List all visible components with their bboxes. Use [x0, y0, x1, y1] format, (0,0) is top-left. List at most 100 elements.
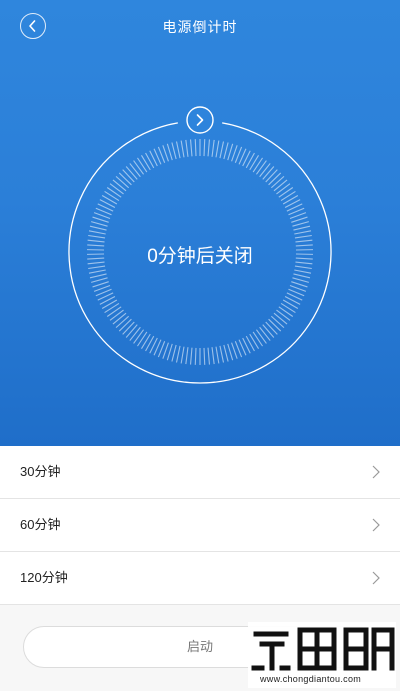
dial-tick [166, 343, 173, 361]
dial-tick [276, 183, 291, 195]
dial-tick [101, 299, 118, 309]
dial-tick [89, 273, 107, 279]
dial-tick [185, 139, 189, 157]
dial-tick [207, 139, 211, 157]
dial-tick [133, 160, 145, 175]
option-30-minutes[interactable]: 30分钟 [0, 446, 400, 499]
dial-tick [282, 195, 299, 205]
chevron-right-icon [372, 465, 380, 479]
dial-tick [249, 155, 260, 171]
dial-tick [118, 318, 132, 332]
dial-tick [292, 221, 309, 227]
timer-dial[interactable] [0, 0, 400, 446]
duration-options: 30分钟 60分钟 120分钟 [0, 446, 400, 605]
dial-tick [215, 140, 220, 158]
dial-tick [115, 315, 130, 329]
dial-tick [219, 141, 225, 159]
dial-tick [92, 281, 109, 288]
dial-tick [194, 347, 197, 365]
dial-tick [180, 140, 185, 158]
dial-tick [291, 281, 308, 288]
dial-tick [109, 309, 124, 321]
dial-tick [259, 326, 271, 341]
dial-tick [259, 163, 271, 178]
option-label: 120分钟 [20, 570, 68, 585]
option-label: 60分钟 [20, 517, 61, 532]
dial-tick [88, 234, 106, 239]
dial-tick [115, 175, 130, 189]
dial-tick [255, 160, 267, 175]
dial-tick [194, 139, 197, 157]
dial-tick [207, 347, 211, 365]
dial-tick [294, 234, 312, 239]
dial-tick [171, 344, 177, 362]
dial-tick [180, 346, 185, 364]
dial-tick [252, 331, 263, 347]
dial-tick [175, 345, 181, 363]
dial-tick [227, 143, 234, 161]
dial-tick [125, 166, 138, 180]
next-button[interactable] [186, 106, 214, 134]
dial-tick [203, 347, 206, 365]
dial-tick [122, 169, 135, 183]
dial-tick [109, 183, 124, 195]
dial-tick [255, 329, 267, 344]
dial-tick [265, 169, 278, 183]
dial-tick [88, 269, 106, 274]
dial-tick [175, 141, 181, 159]
dial-tick [252, 157, 263, 173]
dial-tick [189, 347, 193, 365]
dial-tick [92, 216, 109, 223]
dial-tick [166, 143, 173, 161]
watermark-url: www.chongdiantou.com [260, 674, 362, 684]
dial-tick [122, 321, 135, 335]
dial-tick [211, 347, 215, 365]
dial-tick [262, 324, 275, 338]
dial-tick [91, 221, 108, 227]
option-60-minutes[interactable]: 60分钟 [0, 499, 400, 552]
dial-tick [227, 343, 234, 361]
dial-tick [270, 315, 285, 329]
dial-tick [137, 331, 148, 347]
dial-tick [223, 344, 229, 362]
dial-tick [106, 187, 122, 198]
dial-tick [223, 142, 229, 160]
dial-tick [265, 321, 278, 335]
dial-tick [278, 187, 294, 198]
dial-tick [249, 333, 260, 349]
dial-tick [133, 329, 145, 344]
dial-tick [104, 302, 120, 314]
dial-tick [112, 179, 127, 192]
dial-tick [293, 225, 311, 231]
dial-tick [129, 163, 141, 178]
dial-tick [278, 306, 294, 317]
dial-tick [291, 216, 308, 223]
dial-tick [292, 277, 309, 283]
dial-tick [262, 166, 275, 180]
chevron-right-icon [372, 518, 380, 532]
chevron-right-icon [372, 571, 380, 585]
dial-tick [129, 326, 141, 341]
dial-tick [270, 175, 285, 189]
dial-tick [140, 155, 151, 171]
dial-tick [215, 346, 220, 364]
dial-tick [118, 172, 132, 186]
option-label: 30分钟 [20, 464, 61, 479]
dial-tick [104, 190, 120, 202]
dial-tick [273, 312, 288, 325]
dial-tick [137, 157, 148, 173]
dial-tick [185, 347, 189, 365]
option-120-minutes[interactable]: 120分钟 [0, 552, 400, 605]
dial-tick [211, 139, 215, 157]
dial-tick [203, 139, 206, 157]
dial-tick [91, 277, 108, 283]
dial-tick [106, 306, 122, 317]
countdown-status: 0分钟后关闭 [147, 246, 253, 267]
dial-tick [219, 345, 225, 363]
dial-tick [293, 273, 311, 279]
dial-tick [125, 324, 138, 338]
dial-tick [171, 142, 177, 160]
dial-tick [280, 190, 296, 202]
dial-tick [88, 230, 106, 235]
dial-tick [89, 225, 107, 231]
